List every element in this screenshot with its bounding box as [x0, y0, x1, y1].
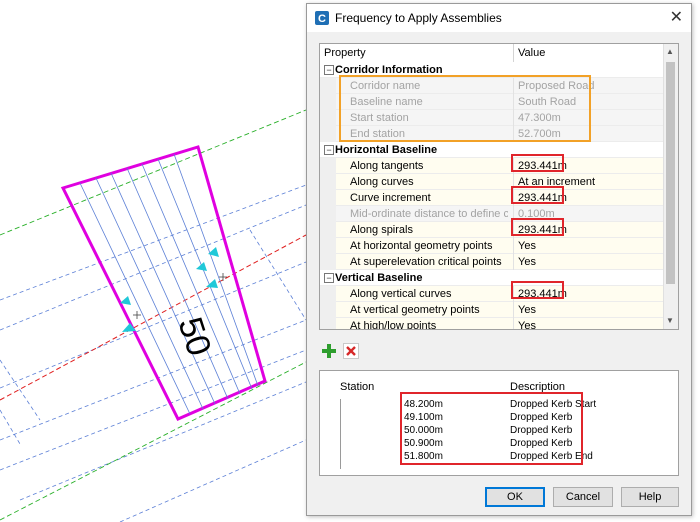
centerline [0, 234, 307, 401]
grid-category-row[interactable]: − Horizontal Baseline [320, 142, 664, 158]
civil3d-app-icon: C [315, 11, 329, 25]
grid-property-row[interactable]: Mid-ordinate distance to define cur...0.… [320, 206, 664, 222]
property-label: Curve increment [350, 192, 431, 204]
grid-property-row[interactable]: Along tangents 293.441m [320, 158, 664, 174]
crosshair-marks [133, 273, 227, 319]
grid-property-row[interactable]: At high/low points Yes [320, 318, 664, 330]
highlight-corridor-info [339, 75, 591, 142]
property-label: At superelevation critical points [350, 256, 502, 268]
collapse-toggle-icon[interactable]: − [324, 65, 334, 75]
property-value[interactable]: Yes [518, 320, 536, 329]
collapse-toggle-icon[interactable]: − [324, 145, 334, 155]
highlight-vertical-curves [511, 281, 564, 299]
property-label: Along tangents [350, 160, 424, 172]
grid-scrollbar[interactable]: ▲ ▼ [663, 44, 678, 329]
delete-icon[interactable] [343, 343, 359, 359]
collapse-toggle-icon[interactable]: − [324, 273, 334, 283]
grid-property-row[interactable]: Along spirals 293.441m [320, 222, 664, 238]
property-value[interactable]: Yes [518, 304, 536, 316]
grid-property-row[interactable]: At superelevation critical points Yes [320, 254, 664, 270]
grid-category-row[interactable]: − Vertical Baseline [320, 270, 664, 286]
col-station: Station [340, 381, 375, 393]
highlight-curve-increment [511, 186, 564, 204]
drawing-grid-lines [0, 184, 307, 522]
property-label: Vertical Baseline [335, 272, 423, 284]
col-property: Property [324, 47, 366, 59]
property-label: Along vertical curves [350, 288, 452, 300]
property-label: At high/low points [350, 320, 437, 330]
property-label: Horizontal Baseline [335, 144, 438, 156]
svg-text:C: C [318, 13, 326, 25]
cancel-button[interactable]: Cancel [553, 487, 613, 507]
property-label: At horizontal geometry points [350, 240, 493, 252]
offset-lines [0, 109, 307, 521]
grid-property-row[interactable]: At horizontal geometry points Yes [320, 238, 664, 254]
grid-header: Property Value [320, 44, 664, 63]
highlight-station-list [400, 392, 583, 465]
property-label: Along spirals [350, 224, 413, 236]
grid-property-row[interactable]: Along vertical curves 293.441m [320, 286, 664, 302]
dialog-title: Frequency to Apply Assemblies [335, 11, 502, 25]
property-label: At vertical geometry points [350, 304, 480, 316]
grid-property-row[interactable]: Along curves At an increment [320, 174, 664, 190]
property-value[interactable]: Yes [518, 256, 536, 268]
scroll-thumb[interactable] [666, 62, 675, 284]
station-label: 50 [171, 313, 219, 361]
frequency-dialog: C Frequency to Apply Assemblies ✕ Proper… [306, 3, 692, 516]
highlight-along-tangents [511, 154, 564, 172]
property-label: Along curves [350, 176, 414, 188]
ok-button[interactable]: OK [485, 487, 545, 507]
add-icon[interactable] [321, 343, 337, 359]
help-button[interactable]: Help [621, 487, 679, 507]
close-icon[interactable]: ✕ [670, 7, 683, 27]
highlight-along-spirals [511, 218, 564, 236]
grid-property-row[interactable]: At vertical geometry points Yes [320, 302, 664, 318]
property-label: Mid-ordinate distance to define cur... [350, 208, 508, 220]
dialog-titlebar[interactable]: C Frequency to Apply Assemblies ✕ [307, 4, 691, 32]
col-value: Value [518, 47, 546, 59]
grid-property-row[interactable]: Curve increment 293.441m [320, 190, 664, 206]
property-value[interactable]: Yes [518, 240, 536, 252]
